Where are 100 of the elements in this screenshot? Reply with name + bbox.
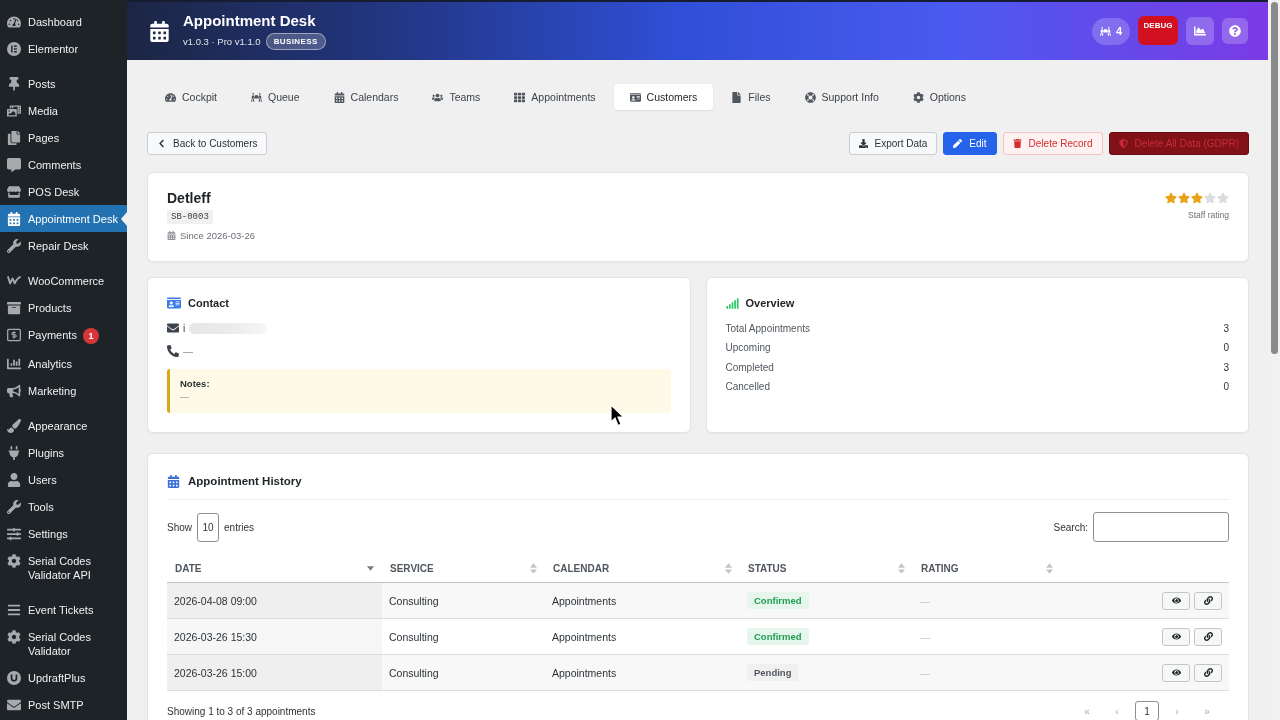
shield-icon — [1118, 139, 1128, 148]
sidebar-item[interactable]: Tools — [0, 493, 127, 520]
stat-label: Total Appointments — [725, 322, 810, 334]
sidebar-item[interactable]: Event Tickets — [0, 596, 127, 623]
sidebar-item[interactable]: Posts — [0, 70, 127, 97]
sidebar-item[interactable]: Products — [0, 294, 127, 321]
action-button[interactable]: Delete Record — [1002, 132, 1103, 155]
stat-label: Upcoming — [725, 342, 771, 353]
edition-badge: BUSINESS — [265, 33, 326, 50]
nav-tab[interactable]: Teams — [416, 84, 497, 110]
phone-icon — [167, 345, 179, 357]
email-text: i — [183, 322, 186, 334]
pencil-icon — [953, 139, 963, 148]
nav-tab[interactable]: Customers — [613, 84, 714, 110]
calendar-icon — [167, 231, 176, 240]
sidebar-item[interactable]: Payments 1 — [0, 321, 127, 350]
sidebar-item[interactable]: Appearance — [0, 412, 127, 439]
search-field[interactable] — [1093, 512, 1229, 542]
rating-empty-text: — — [920, 595, 930, 607]
action-button[interactable]: Export Data — [848, 132, 938, 155]
nav-tab[interactable]: Options — [896, 84, 982, 110]
nav-tab[interactable]: Files — [715, 84, 787, 110]
envelope-icon — [167, 322, 179, 334]
sidebar-item[interactable]: Post SMTP — [0, 691, 127, 718]
eye-icon — [1171, 596, 1181, 605]
sidebar-item[interactable]: UpdraftPlus — [0, 664, 127, 691]
link-icon — [1203, 596, 1213, 605]
users-icon — [432, 91, 444, 103]
stat-value: 0 — [1223, 381, 1229, 392]
stat-value: 0 — [1223, 342, 1229, 353]
nav-tab[interactable]: Calendars — [317, 84, 415, 110]
sidebar-item[interactable]: WooCommerce — [0, 267, 127, 294]
nav-tab[interactable]: Cockpit — [149, 84, 233, 110]
sidebar-item[interactable]: Elementor — [0, 35, 127, 62]
id-card-icon — [167, 296, 181, 310]
table-cell: Appointments — [545, 654, 740, 691]
life-ring-icon — [804, 91, 816, 103]
queue-counter[interactable]: 4 — [1091, 17, 1130, 45]
since-date: Since 2026-03-26 — [180, 230, 255, 241]
page-size-select[interactable]: 10 — [197, 512, 219, 542]
gauge-icon — [165, 91, 176, 103]
sidebar-item[interactable]: Serial Codes Validator API — [0, 547, 127, 588]
nav-tab[interactable]: Queue — [235, 84, 316, 110]
sidebar-item[interactable]: Settings — [0, 520, 127, 547]
sidebar-item[interactable]: Pages — [0, 124, 127, 151]
column-header[interactable]: DATE — [167, 554, 382, 583]
show-label: Show — [167, 521, 192, 533]
link-button[interactable] — [1194, 663, 1222, 682]
debug-button[interactable]: DEBUG — [1138, 15, 1178, 45]
sidebar-item[interactable]: Analytics — [0, 350, 127, 377]
sidebar-item[interactable]: Marketing — [0, 377, 127, 404]
sidebar-item[interactable]: POS Desk — [0, 178, 127, 205]
action-button[interactable]: Edit — [943, 132, 997, 155]
table-cell: Appointments — [545, 582, 740, 619]
menu-pointer-icon — [121, 211, 127, 226]
sidebar-item[interactable]: Plugins — [0, 439, 127, 466]
gear-icon — [7, 629, 21, 644]
sidebar-item[interactable]: Comments — [0, 151, 127, 178]
column-header[interactable]: RATING — [913, 554, 1061, 583]
column-header[interactable]: STATUS — [740, 554, 913, 583]
sidebar-item[interactable]: Repair Desk — [0, 232, 127, 259]
scrollbar-thumb[interactable] — [1270, 2, 1278, 354]
back-button[interactable]: Back to Customers — [147, 132, 268, 155]
download-icon — [858, 139, 868, 148]
stat-value: 3 — [1223, 361, 1229, 373]
chart-button[interactable] — [1186, 17, 1214, 45]
help-button[interactable] — [1222, 18, 1248, 44]
sidebar-item[interactable]: Dashboard — [0, 8, 127, 35]
link-button[interactable] — [1194, 591, 1222, 610]
entries-label: entries — [224, 521, 255, 533]
grid-icon — [514, 91, 526, 103]
card-title: Appointment History — [188, 475, 302, 487]
gear-icon — [7, 553, 21, 568]
customer-code: SB-0003 — [167, 210, 213, 224]
view-button[interactable] — [1162, 591, 1190, 610]
link-button[interactable] — [1194, 627, 1222, 646]
id-card-icon — [629, 91, 641, 103]
settings-icon — [912, 91, 924, 103]
customer-name: Detleff — [167, 190, 211, 207]
sidebar-item[interactable]: Appointment Desk — [0, 205, 127, 232]
view-button[interactable] — [1162, 663, 1190, 682]
column-header[interactable]: SERVICE — [382, 554, 545, 583]
nav-tab[interactable]: Appointments — [498, 84, 612, 110]
rating-label: Staff rating — [1188, 210, 1229, 220]
page-button[interactable]: 1 — [1135, 701, 1159, 720]
comment-icon — [7, 157, 21, 172]
notes-label: Notes: — [180, 378, 210, 389]
nav-tab[interactable]: Support Info — [788, 84, 895, 110]
sidebar-item[interactable]: Media — [0, 97, 127, 124]
sliders-icon — [7, 526, 21, 541]
view-button[interactable] — [1162, 627, 1190, 646]
column-header[interactable]: CALENDAR — [545, 554, 740, 583]
dollar-icon — [7, 327, 21, 342]
count-badge: 1 — [82, 327, 99, 344]
sidebar-item[interactable]: Serial Codes Validator — [0, 623, 127, 664]
calendar-icon — [333, 91, 345, 103]
card-title: Contact — [188, 297, 229, 309]
table-cell: Consulting — [382, 654, 545, 691]
sidebar-item[interactable]: Users — [0, 466, 127, 493]
table-cell: Appointments — [545, 618, 740, 655]
